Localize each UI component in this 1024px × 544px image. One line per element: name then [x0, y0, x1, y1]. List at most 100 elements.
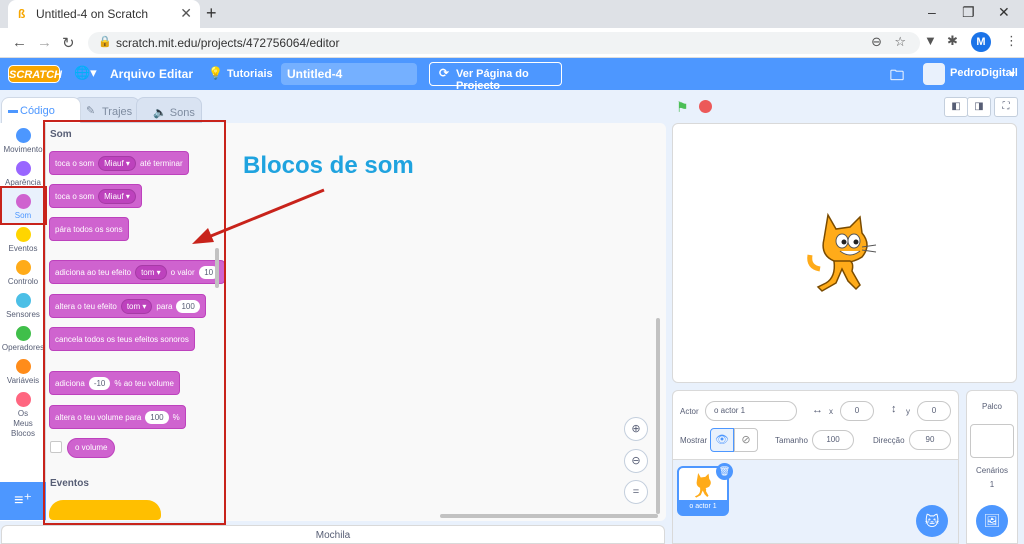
- zoom-reset-button[interactable]: =: [624, 480, 648, 504]
- category-dot: [15, 161, 31, 176]
- bookmark-star-icon[interactable]: ☆: [894, 34, 906, 50]
- zoom-in-button[interactable]: ⊕: [624, 417, 648, 441]
- code-icon: ▬: [8, 105, 18, 116]
- speaker-icon: 🔈: [153, 107, 170, 119]
- category-dot: [15, 128, 31, 143]
- category-label: Sensores: [6, 310, 40, 319]
- close-window-button[interactable]: ✕: [998, 4, 1010, 21]
- size-label: Tamanho: [775, 436, 808, 445]
- project-title-input[interactable]: Untitled-4: [281, 63, 417, 85]
- annotation-category-highlight: [0, 186, 47, 225]
- category-sensing[interactable]: Sensores: [0, 293, 46, 319]
- script-horizontal-scrollbar[interactable]: [440, 514, 658, 518]
- y-label: y: [906, 407, 910, 416]
- backdrops-count: 1: [989, 480, 995, 489]
- lock-icon: 🔒: [98, 36, 112, 48]
- x-input[interactable]: 0: [840, 401, 874, 421]
- category-looks[interactable]: Aparência: [0, 161, 46, 187]
- close-tab-icon[interactable]: ✕: [180, 5, 192, 22]
- large-stage-button[interactable]: ◨: [967, 97, 991, 117]
- category-dot: [15, 293, 31, 308]
- scratch-menubar: SCRATCH 🌐▾ Arquivo Editar 💡 Tutoriais Un…: [0, 58, 1024, 92]
- bulb-icon: 💡: [208, 66, 223, 80]
- forward-arrow-icon[interactable]: →: [37, 34, 52, 51]
- category-motion[interactable]: Movimento: [0, 128, 46, 154]
- backdrops-label: Cenários: [975, 466, 1008, 475]
- minimize-button[interactable]: –: [928, 4, 936, 20]
- browser-profile-avatar[interactable]: M: [971, 32, 991, 52]
- menu-edit[interactable]: Editar: [159, 67, 193, 81]
- back-arrow-icon[interactable]: ←: [12, 34, 27, 51]
- annotation-palette-highlight: [43, 120, 226, 525]
- category-label: Variáveis: [6, 376, 40, 385]
- puzzle-icon[interactable]: ✱: [947, 33, 958, 49]
- category-dot: [15, 392, 31, 407]
- add-extension-button[interactable]: ≡⁺: [0, 482, 46, 520]
- menu-tutorials[interactable]: Tutoriais: [227, 68, 273, 80]
- zoom-out-button[interactable]: ⊖: [624, 449, 648, 473]
- sprite-name-label: Actor: [680, 407, 699, 416]
- browser-menu-icon[interactable]: ⋮: [1005, 33, 1018, 49]
- category-label: Operadores: [1, 343, 45, 352]
- sounds-tab-label: Sons: [169, 107, 195, 119]
- add-backdrop-button[interactable]: 🖼: [976, 505, 1008, 537]
- menu-file[interactable]: Arquivo: [110, 67, 155, 81]
- size-input[interactable]: 100: [812, 430, 854, 450]
- browser-tab-strip: ß Untitled-4 on Scratch ✕ + – ❐ ✕: [0, 0, 1024, 28]
- small-stage-button[interactable]: ◧: [944, 97, 968, 117]
- category-variables[interactable]: Variáveis: [0, 359, 46, 385]
- paintbrush-icon: ✎: [86, 105, 96, 117]
- script-vertical-scrollbar[interactable]: [656, 318, 660, 514]
- category-operators[interactable]: Operadores: [0, 326, 46, 352]
- direction-input[interactable]: 90: [909, 430, 951, 450]
- sprite-thumb-label: o actor 1: [679, 500, 727, 514]
- trash-icon[interactable]: 🗑: [716, 463, 733, 480]
- browser-tab-title: Untitled-4 on Scratch: [36, 7, 149, 21]
- direction-label: Direcção: [873, 436, 905, 445]
- x-label: x: [829, 407, 833, 416]
- language-globe-icon[interactable]: 🌐▾: [74, 65, 97, 81]
- y-arrows-icon: ↕: [891, 403, 897, 415]
- view-project-icon: ⟳: [439, 66, 450, 80]
- user-avatar[interactable]: [923, 63, 945, 85]
- x-arrows-icon: ↔: [812, 404, 823, 416]
- category-label: Eventos: [8, 244, 38, 253]
- stop-icon[interactable]: [699, 100, 712, 113]
- new-tab-button[interactable]: +: [206, 3, 217, 24]
- fullscreen-icon[interactable]: ⛶: [994, 97, 1018, 117]
- annotation-label: Blocos de som: [243, 152, 414, 179]
- stage-thumbnail[interactable]: [970, 424, 1014, 458]
- show-label: Mostrar: [680, 436, 708, 445]
- y-input[interactable]: 0: [917, 401, 951, 421]
- browser-tab[interactable]: ß Untitled-4 on Scratch ✕: [8, 0, 200, 28]
- my-stuff-folder-icon[interactable]: 🗀: [890, 65, 904, 89]
- view-project-label: Ver Página do Projecto: [456, 68, 529, 92]
- stage-pane-title: Palco: [981, 402, 1002, 411]
- restore-button[interactable]: ❐: [962, 4, 975, 21]
- backpack-bar[interactable]: Mochila: [1, 525, 665, 544]
- hide-eye-icon[interactable]: ⊘: [734, 428, 758, 452]
- scratch-favicon-icon: ß: [18, 7, 26, 21]
- url-input[interactable]: 🔒 scratch.mit.edu/projects/472756064/edi…: [88, 32, 920, 54]
- green-flag-icon[interactable]: ⚑: [676, 99, 689, 116]
- show-eye-icon[interactable]: 👁: [710, 428, 734, 452]
- backpack-label: Mochila: [315, 530, 351, 541]
- category-events[interactable]: Eventos: [0, 227, 46, 253]
- category-dot: [15, 227, 31, 242]
- reload-icon[interactable]: ↻: [62, 34, 75, 52]
- category-control[interactable]: Controlo: [0, 260, 46, 286]
- category-label: Controlo: [7, 277, 39, 286]
- category-label: Movimento: [3, 145, 43, 154]
- sprite-thumb-cat-icon: [694, 472, 711, 498]
- view-project-button[interactable]: ⟳ Ver Página do Projecto: [429, 62, 562, 92]
- category-my-blocks[interactable]: Os Meus Blocos: [0, 392, 46, 439]
- category-dot: [15, 326, 31, 341]
- scratch-cat-sprite[interactable]: [806, 211, 886, 293]
- add-sprite-button[interactable]: 🐱: [916, 505, 948, 537]
- zoom-icon[interactable]: ⊖: [871, 34, 882, 50]
- extension-icon[interactable]: ▼: [924, 33, 937, 48]
- chevron-down-icon[interactable]: ▼: [1008, 69, 1017, 79]
- scratch-logo[interactable]: SCRATCH: [8, 65, 62, 83]
- annotation-arrow-icon: [192, 188, 325, 244]
- sprite-name-input[interactable]: o actor 1: [705, 401, 797, 421]
